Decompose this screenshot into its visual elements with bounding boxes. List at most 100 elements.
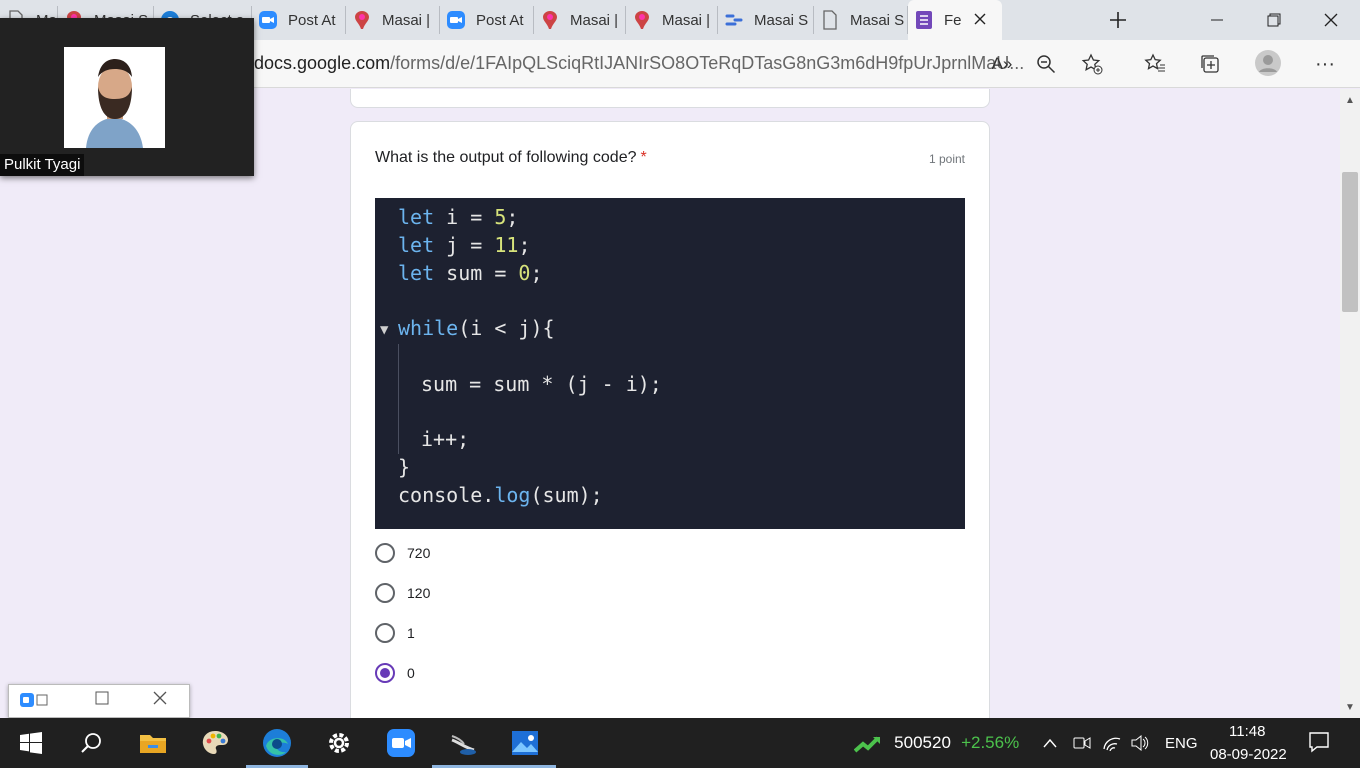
browser-tab[interactable]: Masai | (346, 6, 440, 34)
fold-arrow-icon: ▼ (380, 322, 389, 338)
browser-tab[interactable]: Masai | (534, 6, 626, 34)
url-path: /forms/d/e/1FAIpQLSciqRtIJANIrSO8OTeRqDT… (390, 53, 1025, 73)
radio-selected-icon[interactable] (375, 663, 395, 683)
tab-label: Masai S (754, 11, 809, 29)
language-indicator[interactable]: ENG (1165, 735, 1198, 752)
minimize-icon (1211, 19, 1223, 21)
notifications-button[interactable] (1308, 731, 1330, 757)
file-explorer-button[interactable] (138, 728, 168, 758)
answer-option[interactable]: 720 (375, 542, 430, 564)
settings-menu-button[interactable]: ··· (1313, 52, 1337, 76)
code-token: (i < j){ (458, 316, 555, 341)
close-icon[interactable] (153, 691, 167, 710)
answer-option[interactable]: 0 (375, 662, 415, 684)
search-button[interactable] (76, 728, 106, 758)
browser-tab[interactable]: Post At (252, 6, 346, 34)
code-line: console.log(sum); (398, 483, 603, 507)
zoom-icon (258, 10, 278, 30)
photos-app-button[interactable] (494, 728, 556, 768)
question-title: What is the output of following code? * (375, 149, 647, 167)
paint-app-button[interactable] (200, 728, 230, 758)
read-aloud-button[interactable]: A» (990, 52, 1014, 76)
code-token: 5 (494, 205, 507, 229)
code-line: let i = 5; (398, 205, 518, 229)
stock-up-icon (853, 736, 880, 753)
close-window-button[interactable] (1319, 8, 1343, 32)
restore-button[interactable] (1262, 8, 1286, 32)
start-button[interactable] (16, 728, 46, 758)
snipping-tool-button[interactable] (432, 728, 494, 768)
code-token: i++; (421, 427, 470, 452)
stock-widget[interactable]: 500520 +2.56% (853, 733, 1020, 754)
code-line: while(i < j){ (398, 316, 555, 340)
close-tab-icon[interactable] (974, 12, 986, 29)
new-tab-button[interactable] (1106, 8, 1130, 32)
previous-question-card (350, 89, 990, 108)
forms-icon (914, 10, 934, 30)
indent-guide (398, 344, 399, 454)
tab-label: Masai | (382, 11, 431, 29)
clock-time[interactable]: 11:48 (1229, 723, 1265, 740)
masai-icon (352, 10, 372, 30)
answer-option[interactable]: 1 (375, 622, 415, 644)
favorites-button[interactable] (1143, 52, 1167, 76)
document-icon (820, 10, 840, 30)
maximize-icon[interactable] (95, 691, 109, 710)
gear-icon (329, 733, 349, 753)
browser-tab[interactable]: Masai S (718, 6, 814, 34)
minimize-button[interactable] (1205, 8, 1229, 32)
participant-photo (64, 47, 165, 148)
code-token: sum = (434, 260, 519, 285)
zoom-app-icon (19, 691, 49, 714)
tab-label: Post At (288, 11, 336, 29)
url-field[interactable]: docs.google.com/forms/d/e/1FAIpQLSciqRtI… (254, 53, 1024, 74)
zoom-out-icon (1037, 55, 1056, 74)
zoom-icon (387, 729, 415, 757)
scroll-down-icon[interactable]: ▼ (1345, 702, 1355, 713)
option-label: 720 (407, 545, 431, 561)
camera-tray-icon[interactable] (1073, 735, 1091, 755)
browser-tab[interactable]: Fe (908, 0, 1002, 40)
tab-label: Fe (944, 11, 962, 29)
stock-change: +2.56% (961, 733, 1020, 752)
edge-icon (263, 729, 291, 757)
option-label: 1 (407, 625, 415, 641)
close-icon (1324, 13, 1338, 27)
answer-option[interactable]: 120 (375, 582, 430, 604)
settings-app-button[interactable] (324, 728, 354, 758)
browser-tab[interactable]: Masai S (814, 6, 908, 34)
radio-icon[interactable] (375, 583, 395, 603)
code-token: ; (530, 260, 543, 285)
radio-icon[interactable] (375, 623, 395, 643)
show-hidden-icons-button[interactable] (1043, 735, 1057, 752)
form-page: What is the output of following code? * 1… (0, 89, 1340, 718)
wifi-icon[interactable] (1102, 735, 1122, 755)
code-token: i = (434, 205, 495, 229)
chevron-up-icon (1043, 738, 1057, 748)
option-label: 120 (407, 585, 431, 601)
video-participant-window[interactable]: Pulkit Tyagi (0, 18, 254, 176)
browser-tab[interactable]: Masai | (626, 6, 718, 34)
profile-button[interactable] (1254, 49, 1282, 77)
more-icon: ··· (1315, 52, 1335, 75)
zoom-icon (446, 10, 466, 30)
avatar-icon (1255, 50, 1281, 76)
edge-browser-button[interactable] (246, 728, 308, 768)
browser-tab[interactable]: Post At (440, 6, 534, 34)
restore-icon (1267, 13, 1281, 27)
masai-icon (632, 10, 652, 30)
photos-icon (512, 731, 538, 755)
add-favorite-button[interactable] (1080, 52, 1104, 76)
scrollbar-thumb[interactable] (1342, 172, 1358, 312)
zoom-button[interactable] (1034, 52, 1058, 76)
zoom-mini-window (8, 684, 190, 718)
zoom-app-button[interactable] (386, 728, 416, 758)
person-avatar-icon (64, 47, 165, 148)
volume-icon[interactable] (1130, 734, 1150, 755)
code-token: let (398, 232, 435, 257)
collections-button[interactable] (1198, 52, 1222, 76)
code-token: 0 (518, 260, 531, 285)
scroll-up-icon[interactable]: ▲ (1345, 95, 1355, 106)
clock-date[interactable]: 08-09-2022 (1210, 746, 1287, 763)
radio-icon[interactable] (375, 543, 395, 563)
